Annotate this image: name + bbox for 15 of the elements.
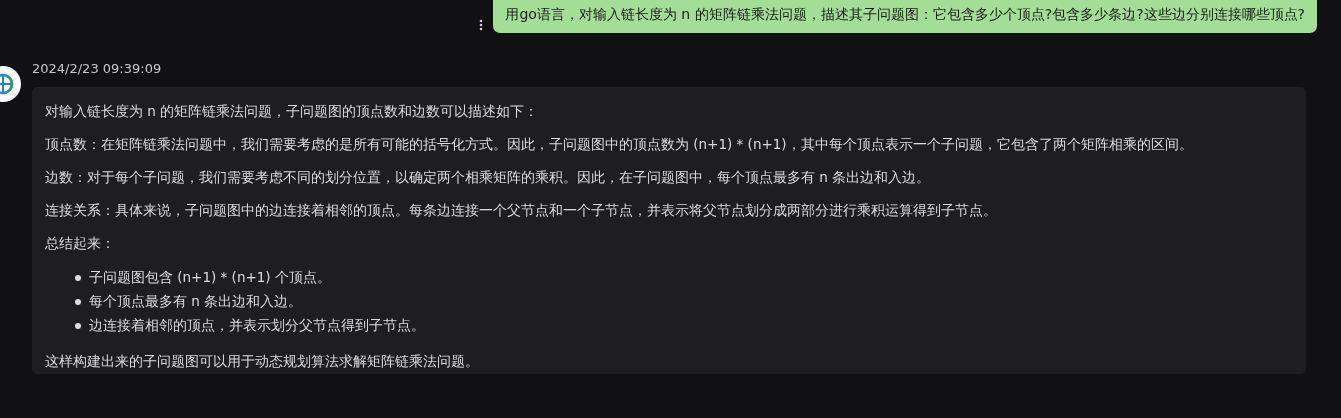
list-item: 子问题图包含 (n+1) * (n+1) 个顶点。 — [89, 269, 331, 287]
list-item: 每个顶点最多有 n 条出边和入边。 — [89, 293, 303, 311]
answer-paragraph: 边数：对于每个子问题，我们需要考虑不同的划分位置，以确定两个相乘矩阵的乘积。因此，在子问题图中，每个顶点最多有 n 条出边和入边。 — [45, 168, 932, 187]
answer-paragraph: 顶点数：在矩阵链乘法问题中，我们需要考虑的是所有可能的括号化方式。因此，子问题图中的顶点数为 (n+1) * (n+1)，其中每个顶点表示一个子问题，它包含了两个矩阵相乘的区间。 — [45, 135, 1194, 154]
bullet-icon — [75, 323, 81, 329]
timestamp: 2024/2/23 09:39:09 — [32, 61, 163, 78]
answer-paragraph: 对输入链长度为 n 的矩阵链乘法问题，子问题图的顶点数和边数可以描述如下： — [45, 102, 540, 121]
answer-paragraph: 总结起来： — [45, 234, 116, 253]
more-icon[interactable] — [479, 19, 484, 31]
list-item: 边连接着相邻的顶点，并表示划分父节点得到子节点。 — [89, 317, 425, 335]
answer-paragraph: 连接关系：具体来说，子问题图中的边连接着相邻的顶点。每条边连接一个父节点和一个子节点，并表示将父节点划分成两部分进行乘积运算得到子节点。 — [45, 201, 998, 220]
bullet-icon — [75, 299, 81, 305]
bullet-icon — [75, 275, 81, 281]
user-message: 用go语言，对输入链长度为 n 的矩阵链乘法问题，描述其子问题图：它包含多少个顶点?包含多少条边?这些边分别连接哪些顶点? — [493, 0, 1317, 33]
answer-paragraph: 这样构建出来的子问题图可以用于动态规划算法求解矩阵链乘法问题。 — [45, 352, 480, 371]
